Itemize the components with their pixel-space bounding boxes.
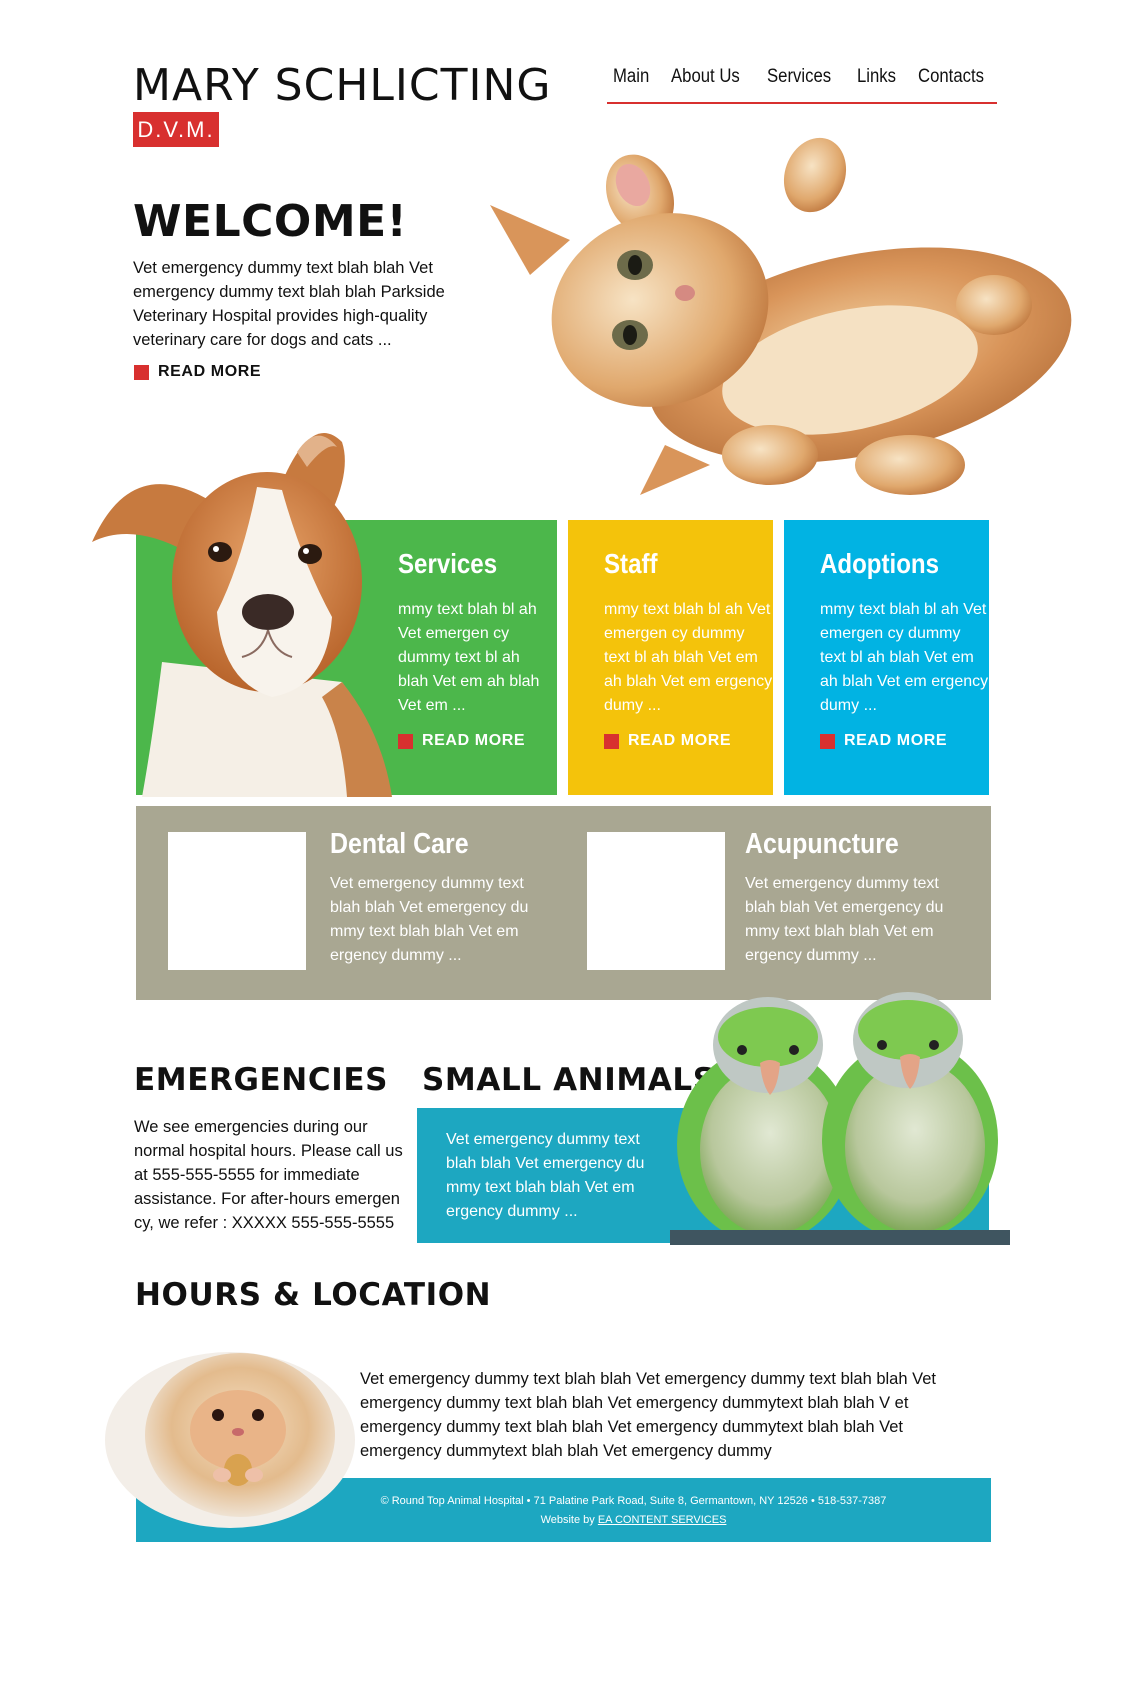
dental-care-thumbnail	[168, 832, 306, 970]
hamster-image	[105, 1352, 355, 1528]
red-square-icon	[820, 733, 835, 749]
red-square-icon	[134, 364, 149, 380]
footer-credit-link[interactable]: EA CONTENT SERVICES	[598, 1514, 727, 1526]
welcome-title: WELCOME!	[133, 196, 408, 247]
nav-contacts[interactable]: Contacts	[918, 66, 984, 102]
read-more-label: READ MORE	[422, 732, 526, 749]
staff-read-more-link[interactable]: READ MORE	[604, 732, 773, 750]
kitten-image	[490, 137, 1072, 495]
hours-location-title: HOURS & LOCATION	[135, 1277, 492, 1313]
acupuncture-title: Acupuncture	[745, 828, 899, 860]
acupuncture-thumbnail	[587, 832, 725, 970]
services-title: Services	[398, 548, 498, 579]
adoptions-title: Adoptions	[820, 548, 940, 579]
hours-location-text: Vet emergency dummy text blah blah Vet e…	[360, 1370, 936, 1460]
services-text: mmy text blah bl ah Vet emergen cy dummy…	[398, 601, 540, 714]
welcome-text: Vet emergency dummy text blah blah Vet e…	[133, 259, 445, 349]
adoptions-read-more-link[interactable]: READ MORE	[820, 732, 989, 750]
adoptions-box: Adoptions mmy text blah bl ah Vet emerge…	[784, 520, 989, 795]
site-title: MARY SCHLICTING	[133, 60, 552, 111]
red-square-icon	[604, 733, 619, 749]
nav-services[interactable]: Services	[767, 66, 831, 102]
staff-box: Staff mmy text blah bl ah Vet emergen cy…	[568, 520, 773, 795]
staff-title: Staff	[604, 548, 658, 579]
welcome-read-more-link[interactable]: READ MORE	[134, 363, 261, 381]
parrots-image	[670, 992, 1010, 1245]
read-more-label: READ MORE	[628, 732, 732, 749]
features-band: Dental Care Vet emergency dummy text bla…	[136, 806, 991, 1000]
acupuncture-text: Vet emergency dummy text blah blah Vet e…	[745, 875, 944, 964]
puppy-image	[92, 433, 392, 797]
read-more-label: READ MORE	[158, 363, 262, 380]
dental-care-title: Dental Care	[330, 828, 469, 860]
adoptions-text: mmy text blah bl ah Vet emergen cy dummy…	[820, 601, 989, 714]
footer-address: © Round Top Animal Hospital • 71 Palatin…	[380, 1495, 887, 1507]
services-read-more-link[interactable]: READ MORE	[398, 732, 548, 750]
footer-credit-prefix: Website by	[540, 1514, 598, 1526]
footer-credit: Website by EA CONTENT SERVICES	[276, 1511, 991, 1530]
nav-about-us[interactable]: About Us	[671, 66, 740, 102]
nav-main[interactable]: Main	[613, 66, 649, 102]
staff-text: mmy text blah bl ah Vet emergen cy dummy…	[604, 601, 773, 714]
small-animals-text: Vet emergency dummy text blah blah Vet e…	[446, 1131, 645, 1220]
dvm-badge: D.V.M.	[133, 112, 219, 147]
nav-links[interactable]: Links	[857, 66, 896, 102]
emergencies-text: We see emergencies during our normal hos…	[134, 1118, 403, 1232]
emergencies-title: EMERGENCIES	[134, 1062, 389, 1098]
main-nav: Main About Us Services Links Contacts	[607, 66, 997, 104]
read-more-label: READ MORE	[844, 732, 948, 749]
dental-care-text: Vet emergency dummy text blah blah Vet e…	[330, 875, 529, 964]
